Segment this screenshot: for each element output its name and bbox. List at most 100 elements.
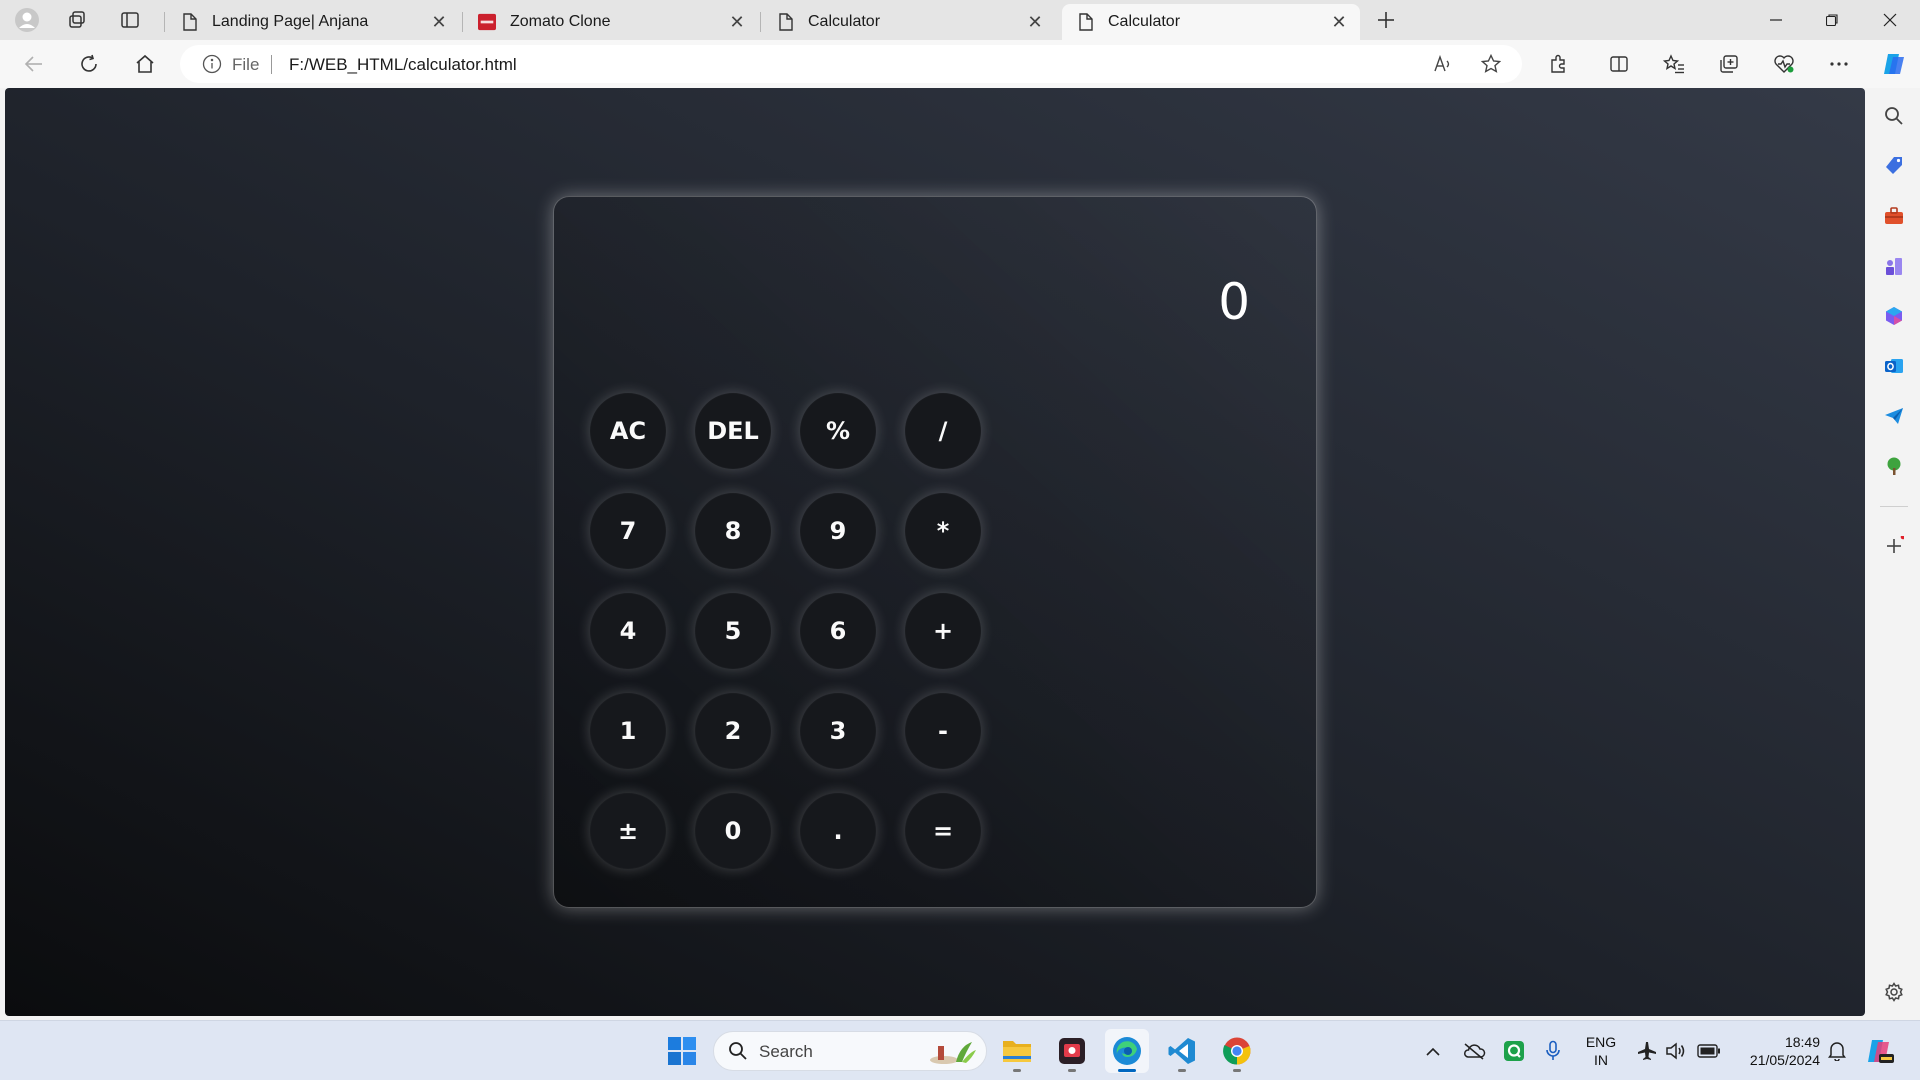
tab-divider bbox=[164, 12, 165, 32]
key-7[interactable]: 7 bbox=[590, 493, 666, 569]
restore-icon[interactable] bbox=[1804, 0, 1860, 40]
file-explorer-icon[interactable] bbox=[995, 1029, 1039, 1073]
minimize-icon[interactable] bbox=[1748, 0, 1804, 40]
running-indicator bbox=[1118, 1069, 1136, 1072]
url-text[interactable]: F:/WEB_HTML/calculator.html bbox=[289, 55, 517, 75]
search-icon bbox=[728, 1041, 748, 1066]
onedrive-offline-icon[interactable] bbox=[1460, 1035, 1488, 1067]
copilot-preview-icon[interactable] bbox=[1860, 1035, 1900, 1067]
key-multiply[interactable]: * bbox=[905, 493, 981, 569]
close-tab-icon[interactable]: ✕ bbox=[728, 12, 746, 32]
airplane-mode-icon[interactable] bbox=[1634, 1035, 1660, 1067]
add-sidebar-app-icon[interactable] bbox=[1878, 530, 1910, 562]
close-tab-icon[interactable]: ✕ bbox=[430, 12, 448, 32]
key-divide[interactable]: / bbox=[905, 393, 981, 469]
calculator: 0 AC DEL % / 7 8 9 * 4 5 6 + 1 2 3 - ± 0… bbox=[553, 196, 1317, 908]
language-indicator[interactable]: ENG IN bbox=[1578, 1033, 1624, 1069]
key-equals[interactable]: = bbox=[905, 793, 981, 869]
scheme-label: File bbox=[232, 55, 260, 74]
key-3[interactable]: 3 bbox=[800, 693, 876, 769]
close-tab-icon[interactable]: ✕ bbox=[1026, 12, 1044, 32]
drop-send-icon[interactable] bbox=[1878, 400, 1910, 432]
taskbar-search[interactable]: Search bbox=[713, 1031, 987, 1071]
copilot-icon[interactable] bbox=[1878, 48, 1910, 80]
favorite-star-icon[interactable] bbox=[1476, 50, 1506, 78]
key-1[interactable]: 1 bbox=[590, 693, 666, 769]
close-window-icon[interactable] bbox=[1862, 0, 1918, 40]
key-subtract[interactable]: - bbox=[905, 693, 981, 769]
notifications-bell-icon[interactable] bbox=[1824, 1035, 1850, 1067]
zomato-logo bbox=[478, 13, 496, 31]
tree-icon[interactable] bbox=[1878, 450, 1910, 482]
tab-landing-page[interactable]: Landing Page| Anjana ✕ bbox=[166, 4, 460, 40]
tab-calculator[interactable]: Calculator ✕ bbox=[762, 4, 1056, 40]
shopping-tag-icon[interactable] bbox=[1878, 150, 1910, 182]
page-icon bbox=[776, 13, 794, 31]
screen-recorder-icon[interactable] bbox=[1050, 1029, 1094, 1073]
browser-toolbar: File F:/WEB_HTML/calculator.html bbox=[0, 40, 1920, 88]
taskbar: Search ENG IN 18:49 21/05/2024 bbox=[0, 1020, 1920, 1080]
key-0[interactable]: 0 bbox=[695, 793, 771, 869]
key-all-clear[interactable]: AC bbox=[590, 393, 666, 469]
close-tab-icon[interactable]: ✕ bbox=[1330, 12, 1348, 32]
read-aloud-icon[interactable] bbox=[1428, 50, 1458, 78]
key-delete[interactable]: DEL bbox=[695, 393, 771, 469]
chrome-icon[interactable] bbox=[1215, 1029, 1259, 1073]
key-percent[interactable]: % bbox=[800, 393, 876, 469]
address-bar[interactable]: File F:/WEB_HTML/calculator.html bbox=[180, 45, 1522, 83]
calculator-display: 0 bbox=[1218, 273, 1250, 331]
clock-time: 18:49 bbox=[1784, 1034, 1820, 1050]
tab-title: Landing Page| Anjana bbox=[212, 13, 369, 30]
key-9[interactable]: 9 bbox=[800, 493, 876, 569]
key-5[interactable]: 5 bbox=[695, 593, 771, 669]
sidebar-divider bbox=[1880, 506, 1908, 507]
tab-divider bbox=[760, 12, 761, 32]
running-indicator bbox=[1013, 1069, 1021, 1072]
new-tab-icon[interactable] bbox=[1371, 6, 1401, 34]
clock[interactable]: 18:49 21/05/2024 bbox=[1732, 1033, 1820, 1069]
microphone-icon[interactable] bbox=[1540, 1035, 1566, 1067]
favorites-icon[interactable] bbox=[1658, 48, 1690, 80]
microsoft-365-icon[interactable] bbox=[1878, 300, 1910, 332]
key-4[interactable]: 4 bbox=[590, 593, 666, 669]
key-plus-minus[interactable]: ± bbox=[590, 793, 666, 869]
tab-divider bbox=[462, 12, 463, 32]
quickheal-icon[interactable] bbox=[1500, 1035, 1528, 1067]
tab-zomato-clone[interactable]: Zomato Clone ✕ bbox=[464, 4, 758, 40]
sidebar-settings-icon[interactable] bbox=[1878, 976, 1910, 1008]
page-viewport: 0 AC DEL % / 7 8 9 * 4 5 6 + 1 2 3 - ± 0… bbox=[5, 88, 1865, 1016]
outlook-icon[interactable] bbox=[1878, 350, 1910, 382]
search-highlight-icon bbox=[926, 1038, 978, 1071]
key-6[interactable]: 6 bbox=[800, 593, 876, 669]
home-icon[interactable] bbox=[129, 48, 161, 80]
collections-icon[interactable] bbox=[1713, 48, 1745, 80]
split-screen-icon[interactable] bbox=[1603, 48, 1635, 80]
tools-icon[interactable] bbox=[1878, 200, 1910, 232]
key-8[interactable]: 8 bbox=[695, 493, 771, 569]
tab-title: Zomato Clone bbox=[510, 13, 611, 30]
back-icon[interactable] bbox=[18, 48, 50, 80]
refresh-icon[interactable] bbox=[73, 48, 105, 80]
workspaces-icon[interactable] bbox=[62, 6, 92, 34]
tab-calculator-active[interactable]: Calculator ✕ bbox=[1062, 4, 1360, 40]
key-2[interactable]: 2 bbox=[695, 693, 771, 769]
vscode-icon[interactable] bbox=[1160, 1029, 1204, 1073]
battery-icon[interactable] bbox=[1694, 1035, 1724, 1067]
browser-essentials-icon[interactable] bbox=[1768, 48, 1800, 80]
key-decimal[interactable]: . bbox=[800, 793, 876, 869]
start-button[interactable] bbox=[660, 1029, 704, 1073]
tab-actions-icon[interactable] bbox=[115, 6, 145, 34]
edge-browser-icon[interactable] bbox=[1105, 1029, 1149, 1073]
page-icon bbox=[180, 13, 198, 31]
more-options-icon[interactable] bbox=[1823, 48, 1855, 80]
extensions-icon[interactable] bbox=[1542, 48, 1574, 80]
games-icon[interactable] bbox=[1878, 250, 1910, 282]
sidebar-search-icon[interactable] bbox=[1878, 100, 1910, 132]
key-add[interactable]: + bbox=[905, 593, 981, 669]
info-icon[interactable] bbox=[202, 54, 222, 74]
show-hidden-icons-chevron-icon[interactable] bbox=[1420, 1035, 1446, 1067]
volume-icon[interactable] bbox=[1662, 1035, 1690, 1067]
profile-icon[interactable] bbox=[12, 6, 42, 34]
tab-title: Calculator bbox=[808, 13, 881, 30]
tab-strip: Landing Page| Anjana ✕ Zomato Clone ✕ Ca… bbox=[0, 0, 1920, 40]
